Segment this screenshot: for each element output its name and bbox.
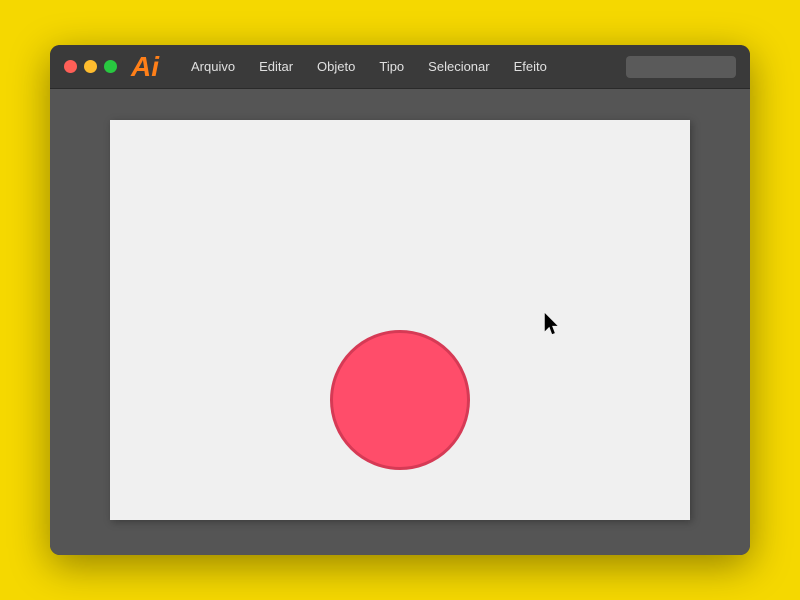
menu-tipo[interactable]: Tipo (369, 55, 414, 78)
cursor-icon (544, 313, 562, 335)
menu-objeto[interactable]: Objeto (307, 55, 365, 78)
menu-editar[interactable]: Editar (249, 55, 303, 78)
close-button[interactable] (64, 60, 77, 73)
traffic-lights (64, 60, 117, 73)
app-window: Ai Arquivo Editar Objeto Tipo Selecionar… (50, 45, 750, 555)
menu-efeito[interactable]: Efeito (504, 55, 557, 78)
canvas-area[interactable] (50, 89, 750, 555)
circle-shape[interactable] (330, 330, 470, 470)
app-logo: Ai (131, 53, 159, 81)
menu-selecionar[interactable]: Selecionar (418, 55, 499, 78)
maximize-button[interactable] (104, 60, 117, 73)
title-bar: Ai Arquivo Editar Objeto Tipo Selecionar… (50, 45, 750, 89)
minimize-button[interactable] (84, 60, 97, 73)
menu-arquivo[interactable]: Arquivo (181, 55, 245, 78)
search-box[interactable] (626, 56, 736, 78)
artboard (110, 120, 690, 520)
menu-bar: Arquivo Editar Objeto Tipo Selecionar Ef… (181, 55, 736, 78)
